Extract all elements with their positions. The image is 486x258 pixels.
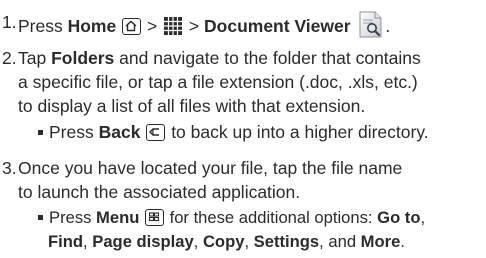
step-number: 1. (2, 12, 17, 32)
option-go-to: Go to (377, 208, 421, 227)
home-key-icon (122, 18, 142, 35)
step-line: to display a list of all files with that… (18, 96, 366, 116)
apps-grid-icon (164, 17, 183, 35)
menu-key-icon (144, 209, 164, 226)
sub-line: Press Menu for these additional options:… (38, 206, 425, 230)
menu-key-label: Menu (96, 208, 140, 227)
step-line: a specific file, or tap a file extension… (18, 72, 418, 92)
folders-label: Folders (51, 48, 115, 68)
sub-line: Press Back to back up into a higher dire… (38, 120, 429, 144)
option-copy: Copy (202, 232, 245, 251)
option-settings: Settings (253, 232, 320, 251)
step-number: 3. (2, 158, 17, 178)
step-line: to launch the associated application. (18, 182, 301, 202)
step-line: Tap Folders and navigate to the folder t… (18, 48, 421, 68)
step-line: Press Home > > Document Viewer . (18, 10, 390, 40)
home-key-label: Home (67, 16, 117, 36)
step-line: Once you have located your file, tap the… (18, 158, 403, 178)
option-more: More (360, 232, 401, 251)
bullet-icon (38, 215, 43, 220)
instruction-page: 1. Press Home > > Document Viewer . 2. T… (0, 0, 486, 258)
document-viewer-label: Document Viewer (204, 16, 351, 36)
bullet-icon (38, 130, 43, 135)
step-number: 2. (2, 48, 17, 68)
option-find: Find (48, 232, 84, 251)
sub-line: Find, Page display, Copy, Settings, and … (48, 232, 405, 251)
back-key-label: Back (98, 122, 141, 142)
document-viewer-icon (357, 10, 385, 40)
option-page-display: Page display (92, 232, 194, 251)
back-key-icon (146, 124, 166, 141)
